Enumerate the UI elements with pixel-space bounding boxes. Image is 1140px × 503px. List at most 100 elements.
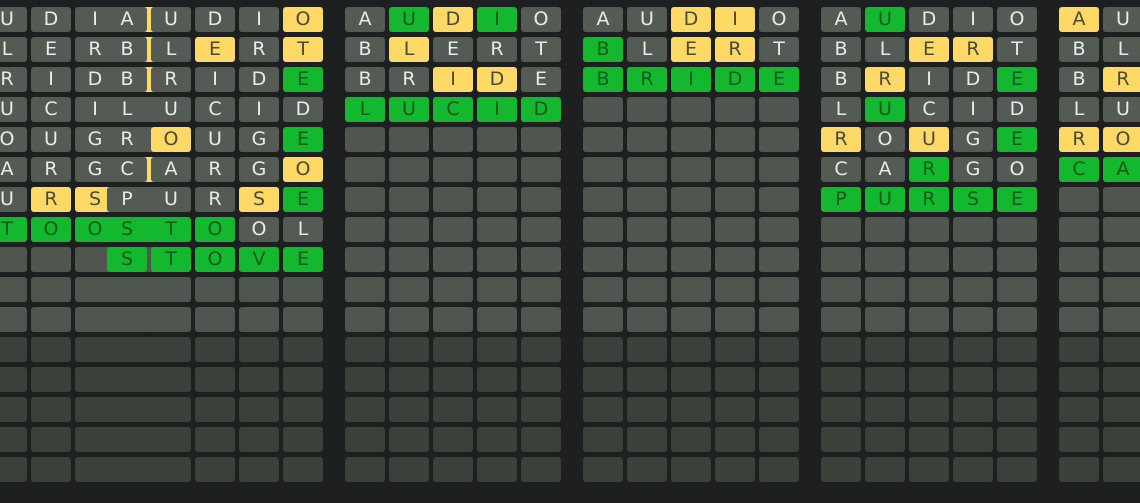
letter-tile-present: R	[1059, 127, 1099, 152]
empty-tile	[715, 457, 755, 482]
empty-tile	[195, 397, 235, 422]
empty-tile	[821, 337, 861, 362]
empty-tile	[433, 427, 473, 452]
empty-tile	[477, 307, 517, 332]
letter-tile-miss: U	[1103, 97, 1140, 122]
letter-tile-miss: U	[1103, 7, 1140, 32]
empty-tile	[627, 97, 667, 122]
empty-tile	[107, 457, 147, 482]
letter-tile-correct: S	[107, 247, 147, 272]
letter-tile-miss: I	[953, 7, 993, 32]
letter-tile-present: O	[1103, 127, 1140, 152]
letter-tile-present: R	[715, 37, 755, 62]
letter-tile-miss: U	[0, 7, 27, 32]
empty-tile	[583, 307, 623, 332]
empty-tile	[1103, 457, 1140, 482]
empty-tile	[715, 337, 755, 362]
empty-tile	[345, 307, 385, 332]
empty-tile	[583, 397, 623, 422]
empty-tile	[345, 397, 385, 422]
letter-tile-correct: E	[283, 67, 323, 92]
empty-tile	[521, 277, 561, 302]
letter-tile-correct: O	[195, 217, 235, 242]
empty-tile	[821, 247, 861, 272]
empty-tile	[345, 247, 385, 272]
empty-tile	[953, 457, 993, 482]
empty-tile	[151, 307, 191, 332]
letter-tile-miss: B	[1059, 67, 1099, 92]
empty-tile	[821, 277, 861, 302]
empty-tile	[239, 427, 279, 452]
empty-tile	[389, 247, 429, 272]
empty-tile	[953, 247, 993, 272]
empty-tile	[909, 307, 949, 332]
empty-tile	[583, 337, 623, 362]
empty-tile	[821, 367, 861, 392]
empty-tile	[759, 427, 799, 452]
empty-tile	[821, 427, 861, 452]
letter-tile-present: R	[865, 67, 905, 92]
game-board-2: AUDIOBLERTBRIDELUCIDROUGECARGOPURSESTOOL…	[107, 7, 323, 482]
empty-tile	[671, 97, 711, 122]
letter-tile-miss: U	[195, 127, 235, 152]
empty-tile	[151, 457, 191, 482]
letter-tile-miss: B	[345, 67, 385, 92]
letter-tile-miss: U	[31, 127, 71, 152]
empty-tile	[239, 277, 279, 302]
letter-tile-correct: E	[997, 187, 1037, 212]
empty-tile	[521, 397, 561, 422]
empty-tile	[715, 187, 755, 212]
letter-tile-miss: L	[0, 37, 27, 62]
empty-tile	[671, 367, 711, 392]
empty-tile	[715, 157, 755, 182]
empty-tile	[865, 427, 905, 452]
empty-tile	[759, 277, 799, 302]
empty-tile	[1103, 307, 1140, 332]
empty-tile	[521, 457, 561, 482]
empty-tile	[389, 307, 429, 332]
empty-tile	[151, 397, 191, 422]
empty-tile	[389, 127, 429, 152]
empty-tile	[627, 457, 667, 482]
empty-tile	[909, 427, 949, 452]
empty-tile	[671, 157, 711, 182]
empty-tile	[0, 277, 27, 302]
letter-tile-miss: C	[909, 97, 949, 122]
game-board-6: AUDIOBLERTBRIDELUCIDROUGECARGO	[1059, 7, 1140, 482]
empty-tile	[477, 427, 517, 452]
letter-tile-miss: T	[521, 37, 561, 62]
letter-tile-miss: L	[283, 217, 323, 242]
empty-tile	[389, 427, 429, 452]
letter-tile-miss: R	[389, 67, 429, 92]
letter-tile-miss: L	[107, 97, 147, 122]
empty-tile	[671, 427, 711, 452]
letter-tile-miss: U	[151, 7, 191, 32]
letter-tile-present: T	[283, 37, 323, 62]
letter-tile-present: I	[715, 7, 755, 32]
empty-tile	[909, 247, 949, 272]
empty-tile	[909, 367, 949, 392]
letter-tile-miss: R	[195, 157, 235, 182]
empty-tile	[953, 217, 993, 242]
empty-tile	[1103, 217, 1140, 242]
empty-tile	[107, 367, 147, 392]
letter-tile-correct: U	[389, 97, 429, 122]
letter-tile-miss: I	[195, 67, 235, 92]
empty-tile	[433, 157, 473, 182]
letter-tile-correct: R	[627, 67, 667, 92]
letter-tile-miss: O	[0, 127, 27, 152]
empty-tile	[345, 187, 385, 212]
empty-tile	[997, 457, 1037, 482]
letter-tile-present: R	[953, 37, 993, 62]
letter-tile-present: U	[909, 127, 949, 152]
empty-tile	[671, 217, 711, 242]
empty-tile	[715, 427, 755, 452]
empty-tile	[821, 217, 861, 242]
empty-tile	[345, 127, 385, 152]
empty-tile	[477, 187, 517, 212]
empty-tile	[345, 457, 385, 482]
empty-tile	[283, 337, 323, 362]
letter-tile-miss: P	[107, 187, 147, 212]
empty-tile	[433, 247, 473, 272]
empty-tile	[997, 367, 1037, 392]
